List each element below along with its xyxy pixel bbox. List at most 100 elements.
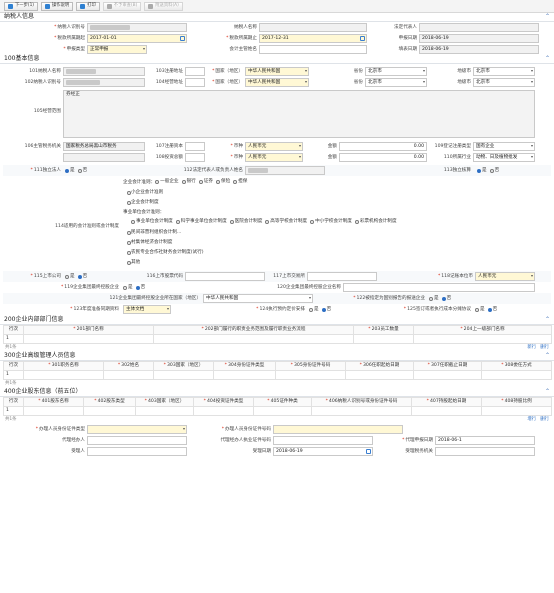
taxpayer-name-field[interactable] [259,23,367,32]
collapse-icon[interactable]: ⌃ [545,389,550,395]
option-0[interactable]: 一般企业 [155,179,179,184]
recv-date-field[interactable]: 2018-06-19 [273,447,373,456]
accountant-field[interactable] [259,45,367,54]
amount-field-2[interactable]: 0.00 [339,153,427,162]
f108-field[interactable] [185,153,205,162]
collapse-icon[interactable]: ⌃ [545,14,550,20]
city-select[interactable]: 北京市 ▾ [473,67,535,76]
radio-no[interactable] [77,168,82,173]
tax-office-field-2[interactable] [63,153,145,162]
ctrl-country-select[interactable]: 中华人民共和国 ▾ [203,294,313,303]
f102-label: 102纳税人识别号 [3,78,63,87]
f112-field[interactable] [245,166,325,175]
decl-type-select[interactable]: 正常申报 ▾ [87,45,147,54]
f117-field[interactable] [307,272,377,281]
taxpayer-section-header[interactable]: 纳税人信息 ⌃ [0,13,554,22]
table-row[interactable]: 1 [3,370,552,380]
fill-date-field[interactable]: 2018-06-19 [419,45,539,54]
f102-field[interactable] [63,78,145,87]
recv-field[interactable] [87,447,187,456]
scope-textarea[interactable]: 券经正 [63,90,535,138]
currency-select-2[interactable]: 人民币元 ▾ [245,153,303,162]
option-2[interactable]: 证券 [198,179,213,184]
option-5[interactable]: 彩票机构会计制度 [354,219,397,224]
radio-no[interactable] [489,168,494,173]
delete-row-button[interactable]: 删行 [540,417,549,423]
agent-cert-field[interactable] [273,436,373,445]
radio-yes[interactable] [309,307,313,312]
other-option-1[interactable]: 村集体经济会计制度 [127,238,204,248]
country-select-2[interactable]: 中华人民共和国 ▾ [245,78,309,87]
city-select-2[interactable]: 北京市 ▾ [473,78,535,87]
calendar-icon[interactable] [366,449,371,454]
report-date-field[interactable]: 2018-06-19 [419,34,539,43]
toolbar-button-4[interactable]: 附送资料(A) [144,1,183,11]
prov-select[interactable]: 北京市 ▾ [365,67,427,76]
f104-field[interactable] [185,78,205,87]
period-start-field[interactable]: 2017-01-01 [87,34,187,43]
option-0[interactable]: 事业单位会计制度 [131,219,173,224]
f119-radio-group[interactable]: 是否 [123,283,148,292]
recv-office-field[interactable] [435,447,535,456]
f111-radio-group[interactable]: 是否 [65,166,90,175]
f113-radio-group[interactable]: 是否 [477,166,502,175]
other-option-0[interactable]: 民间非营利组织会计制... [127,228,204,238]
calendar-icon[interactable] [360,36,365,41]
f101-field[interactable] [63,67,145,76]
radio-yes[interactable] [65,274,69,279]
toolbar-button-2[interactable]: 打印 [76,1,100,11]
book-currency-select[interactable]: 人民币元 ▾ [475,272,535,281]
taxpayer-id-field[interactable] [87,23,187,32]
id-type-select[interactable]: ▾ [87,425,187,434]
f120-field[interactable] [343,283,535,292]
legal-rep-field[interactable] [419,23,539,32]
reg-type-select[interactable]: 国有企业 ▾ [473,142,535,151]
radio-yes[interactable] [429,296,433,301]
industry-select[interactable]: 动物、日及植物批发 ▾ [473,153,535,162]
radio-no[interactable] [487,307,492,312]
f115-radio-group[interactable]: 是否 [65,272,90,281]
f107-field[interactable] [185,142,205,151]
prov-select-2[interactable]: 北京市 ▾ [365,78,427,87]
other-option-2[interactable]: 农民专业合作社财务会计制度(试行) [127,248,204,258]
option-1[interactable]: 科学事业单位会计制度 [175,219,227,224]
radio-yes[interactable] [475,307,479,312]
radio-yes[interactable] [65,168,69,173]
toolbar-button-3[interactable]: 不予审查(B) [102,1,142,11]
option-4[interactable]: 担保 [233,179,247,184]
toolbar-button-1[interactable]: 操作说明 [40,1,74,11]
option-4[interactable]: 中小学校会计制度 [310,219,352,224]
amount-field[interactable]: 0.00 [339,142,427,151]
f116-field[interactable] [185,272,265,281]
radio-no[interactable] [135,285,140,290]
tax-office-field[interactable]: 国家税务总局黑山市税务 [63,142,145,151]
option-3[interactable]: 高等学校会计制度 [265,219,307,224]
other-option-3[interactable]: 其他 [127,258,204,268]
f105-label: 105经营范围 [3,107,63,116]
agent-field[interactable] [87,436,187,445]
f124-radio-group[interactable]: 是否 [309,305,334,314]
f123-select[interactable]: 主体文档 ▾ [123,305,171,314]
id-no-field[interactable] [273,425,403,434]
option-1[interactable]: 银行 [181,179,196,184]
inst-options: 事业单位会计制度 科学事业单位会计制度 医院会计制度 高等学校会计制度 中小学校会计制度… [131,217,400,226]
agent-date-field[interactable]: 2018-06-1 [435,436,535,445]
calendar-icon[interactable] [180,36,185,41]
period-end-field[interactable]: 2017-12-31 [259,34,367,43]
currency-select[interactable]: 人民币元 ▾ [245,142,303,151]
country-select[interactable]: 中华人民共和国 ▾ [245,67,309,76]
add-row-button[interactable]: 增行 [527,417,536,423]
f122-radio-group[interactable]: 是否 [429,294,454,303]
f125-radio-group[interactable]: 是否 [475,305,500,314]
option-2[interactable]: 医院会计制度 [229,219,262,224]
radio-no[interactable] [77,274,82,279]
f103-field[interactable] [185,67,205,76]
radio-no[interactable] [321,307,326,312]
radio-yes[interactable] [477,168,481,173]
option-3[interactable]: 保险 [215,179,230,184]
s400-section-header[interactable]: 400企业股东信息（前五位） ⌃ [0,388,554,397]
radio-no[interactable] [441,296,446,301]
table-row[interactable]: 1 [3,406,552,416]
radio-yes[interactable] [123,285,127,290]
toolbar-button-0[interactable]: 下一步(1) [4,1,38,11]
